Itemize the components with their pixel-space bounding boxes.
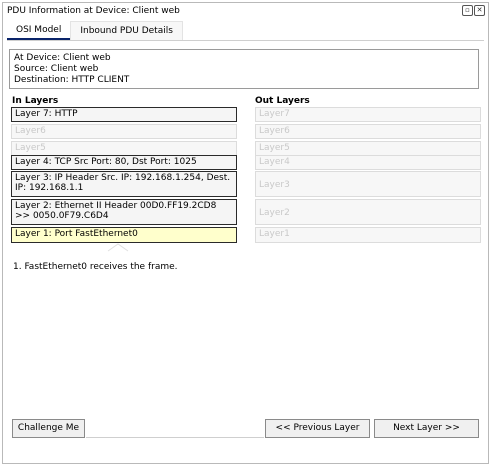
next-layer-button[interactable]: Next Layer >> bbox=[374, 419, 479, 438]
step-description: 1. FastEthernet0 receives the frame. bbox=[13, 262, 178, 272]
previous-layer-button[interactable]: << Previous Layer bbox=[265, 419, 370, 438]
out-layer-3: Layer3 bbox=[255, 171, 481, 197]
out-layer-2: Layer2 bbox=[255, 199, 481, 225]
out-layer-4: Layer4 bbox=[255, 155, 481, 170]
in-layer-2[interactable]: Layer 2: Ethernet II Header 00D0.FF19.2C… bbox=[11, 199, 237, 225]
triangle-up-icon bbox=[107, 243, 129, 252]
in-layer-3[interactable]: Layer 3: IP Header Src. IP: 192.168.1.25… bbox=[11, 171, 237, 197]
tab-osi-model[interactable]: OSI Model bbox=[7, 21, 71, 40]
in-layer-5: Layer5 bbox=[11, 141, 237, 156]
title-bar-controls: ▫ ✕ bbox=[462, 5, 485, 16]
in-layer-4[interactable]: Layer 4: TCP Src Port: 80, Dst Port: 102… bbox=[11, 155, 237, 170]
in-layers-heading: In Layers bbox=[12, 96, 59, 106]
device-info-box: At Device: Client web Source: Client web… bbox=[9, 49, 479, 89]
tab-inbound-pdu-details[interactable]: Inbound PDU Details bbox=[70, 21, 183, 40]
out-layer-7: Layer7 bbox=[255, 107, 481, 122]
bottom-divider bbox=[86, 437, 264, 438]
device-line: At Device: Client web bbox=[14, 53, 111, 63]
out-layer-6: Layer6 bbox=[255, 124, 481, 139]
challenge-me-button[interactable]: Challenge Me bbox=[12, 419, 85, 438]
destination-line: Destination: HTTP CLIENT bbox=[14, 75, 130, 85]
tab-strip: OSI Model Inbound PDU Details bbox=[7, 21, 183, 40]
in-layer-1[interactable]: Layer 1: Port FastEthernet0 bbox=[11, 227, 237, 243]
in-layer-7[interactable]: Layer 7: HTTP bbox=[11, 107, 237, 122]
title-bar: PDU Information at Device: Client web ▫ … bbox=[3, 3, 488, 19]
in-layer-6: Layer6 bbox=[11, 124, 237, 139]
source-line: Source: Client web bbox=[14, 64, 99, 74]
close-icon[interactable]: ✕ bbox=[474, 5, 485, 16]
out-layers-heading: Out Layers bbox=[255, 96, 310, 106]
restore-icon[interactable]: ▫ bbox=[462, 5, 473, 16]
window-title: PDU Information at Device: Client web bbox=[7, 6, 180, 16]
out-layer-5: Layer5 bbox=[255, 141, 481, 156]
out-layer-1: Layer1 bbox=[255, 227, 481, 243]
tab-divider bbox=[7, 40, 484, 41]
